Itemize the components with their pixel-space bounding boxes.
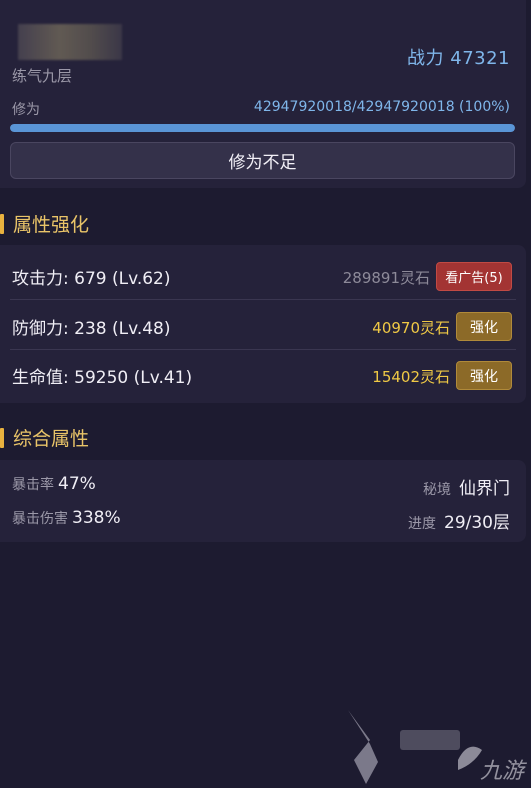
crit-rate-label: 暴击率 bbox=[12, 477, 54, 493]
attr-row-hp: 生命值: 59250 (Lv.41) 15402灵石 强化 bbox=[0, 349, 526, 399]
attack-stat: 攻击力: 679 (Lv.62) bbox=[12, 269, 171, 289]
hp-stat: 生命值: 59250 (Lv.41) bbox=[12, 368, 193, 388]
watermark-nine-game-icon bbox=[458, 746, 482, 770]
upgrade-hp-button[interactable]: 强化 bbox=[456, 361, 512, 390]
realm-progress-value: 29/30层 bbox=[444, 513, 510, 533]
section-title-text: 属性强化 bbox=[13, 214, 90, 236]
attack-cost: 289891灵石 bbox=[342, 269, 430, 287]
defense-cost: 40970灵石 bbox=[372, 319, 450, 337]
secret-realm: 秘境 仙界门 bbox=[423, 474, 510, 499]
watch-ad-button[interactable]: 看广告(5) bbox=[436, 262, 512, 291]
combat-power: 战力 47321 bbox=[407, 48, 510, 69]
breakthrough-button[interactable]: 修为不足 bbox=[10, 142, 515, 179]
attr-row-defense: 防御力: 238 (Lv.48) 40970灵石 强化 bbox=[0, 300, 526, 350]
realm-progress-label: 进度 bbox=[408, 516, 436, 532]
crit-damage: 暴击伤害 338% bbox=[12, 508, 121, 528]
watermark-blur bbox=[400, 730, 460, 750]
player-info-card: 练气九层 战力 47321 修为 42947920018/42947920018… bbox=[0, 0, 526, 188]
section-title-overall: 综合属性 bbox=[0, 424, 89, 451]
cultivation-realm: 练气九层 bbox=[12, 67, 73, 85]
cultivation-value: 42947920018/42947920018 (100%) bbox=[253, 99, 510, 115]
attribute-enhance-card: 攻击力: 679 (Lv.62) 289891灵石 看广告(5) 防御力: 23… bbox=[0, 245, 526, 403]
crit-rate: 暴击率 47% bbox=[12, 474, 96, 494]
section-title-text: 综合属性 bbox=[13, 428, 90, 450]
cultivation-label: 修为 bbox=[12, 102, 40, 118]
defense-stat: 防御力: 238 (Lv.48) bbox=[12, 319, 171, 339]
attr-row-attack: 攻击力: 679 (Lv.62) 289891灵石 看广告(5) bbox=[0, 250, 526, 300]
cultivation-progress-fill bbox=[10, 124, 515, 132]
section-marker bbox=[0, 213, 4, 234]
watermark-logo: 九游 bbox=[348, 710, 528, 784]
cultivation-progress-bar bbox=[10, 124, 515, 132]
crit-damage-value: 338% bbox=[72, 508, 121, 528]
section-title-attributes: 属性强化 bbox=[0, 210, 89, 237]
secret-realm-value: 仙界门 bbox=[459, 479, 510, 499]
upgrade-defense-button[interactable]: 强化 bbox=[456, 312, 512, 341]
hp-cost: 15402灵石 bbox=[372, 368, 450, 386]
crit-damage-label: 暴击伤害 bbox=[12, 511, 68, 527]
watermark-logo-text: 九游 bbox=[480, 759, 528, 784]
overall-stats-card: 暴击率 47% 秘境 仙界门 暴击伤害 338% 进度 29/30层 bbox=[0, 460, 526, 542]
watermark-mark-icon bbox=[348, 710, 378, 784]
crit-rate-value: 47% bbox=[58, 474, 96, 494]
blurred-player-name bbox=[18, 24, 122, 60]
section-marker bbox=[0, 427, 4, 448]
secret-realm-label: 秘境 bbox=[423, 482, 451, 498]
realm-progress: 进度 29/30层 bbox=[408, 508, 510, 533]
